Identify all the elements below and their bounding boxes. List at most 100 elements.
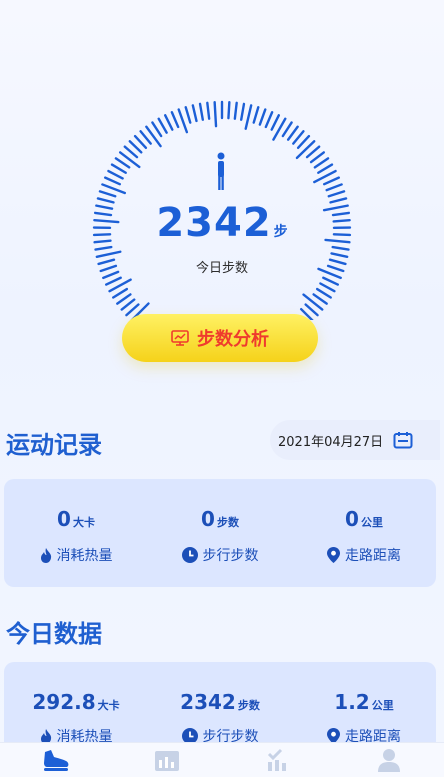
gauge-tick (200, 104, 203, 120)
gauge-tick (228, 102, 229, 118)
steps-count-value: 2342 (156, 200, 271, 246)
gauge-tick (246, 105, 251, 128)
today-steps-value: 2342 (180, 690, 236, 714)
tab-checklist[interactable] (222, 743, 333, 777)
gauge-tick (125, 147, 137, 157)
gauge-tick (116, 158, 129, 167)
gauge-tick (117, 294, 130, 303)
gauge-tick (314, 294, 327, 303)
calories-unit: 大卡 (73, 516, 95, 529)
tab-calendar[interactable] (111, 743, 222, 777)
gauge-tick (135, 136, 146, 148)
steps-unit: 步数 (217, 516, 239, 529)
gauge-tick (235, 103, 237, 119)
gauge-tick (298, 136, 309, 148)
gauge-tick (207, 103, 209, 119)
exercise-record-card: 0大卡 0步数 0公里 消耗热量 步行步数 走路距离 (4, 479, 436, 587)
calories-metric: 0大卡 (4, 507, 148, 531)
tab-profile[interactable] (333, 743, 444, 777)
today-steps-metric: 2342步数 (148, 690, 292, 714)
gauge-tick (293, 131, 303, 143)
gauge-tick (193, 105, 197, 121)
gauge-tick (165, 115, 172, 129)
gauge-tick (320, 284, 334, 292)
gauge-tick (283, 123, 292, 136)
gauge-tick (254, 107, 259, 122)
distance-label-text: 走路距离 (345, 545, 401, 565)
gauge-tick (141, 131, 151, 143)
gauge-tick (120, 152, 139, 167)
gauge-tick (311, 152, 324, 162)
gauge-tick (324, 178, 339, 185)
steps-metric: 0步数 (148, 507, 292, 531)
user-icon (376, 748, 402, 772)
gauge-tick (323, 278, 337, 285)
gauge-tick (96, 247, 112, 249)
today-distance-metric: 1.2公里 (292, 690, 436, 714)
flame-icon (40, 548, 52, 563)
bottom-tab-bar (0, 742, 444, 777)
today-distance-unit: 公里 (372, 699, 394, 712)
calories-label: 消耗热量 (4, 545, 148, 565)
gauge-tick (186, 107, 191, 122)
today-calories-metric: 292.8大卡 (4, 690, 148, 714)
gauge-tick (306, 305, 318, 316)
steps-count: 2342步 (0, 200, 444, 246)
exercise-record-title: 运动记录 (6, 425, 102, 460)
gauge-tick (307, 147, 319, 157)
gauge-tick (317, 289, 331, 297)
gauge-tick (315, 158, 328, 167)
gauge-tick (106, 278, 120, 285)
gauge-tick (327, 184, 342, 190)
checklist-chart-icon (265, 748, 291, 772)
gauge-tick (179, 110, 187, 133)
gauge-tick (303, 295, 322, 310)
gauge-tick (288, 127, 297, 140)
gauge-tick (241, 104, 244, 120)
gauge-tick (105, 178, 120, 185)
today-distance-value: 1.2 (334, 690, 369, 714)
gauge-tick (329, 191, 344, 196)
gauge-tick (126, 305, 138, 316)
gauge-tick (113, 289, 127, 297)
today-steps-unit: 步数 (238, 699, 260, 712)
gauge-tick (333, 247, 349, 249)
steps-count-unit: 步 (274, 224, 288, 240)
gauge-tick (152, 123, 161, 136)
steps-label-text: 步行步数 (203, 545, 259, 565)
steps-value: 0 (201, 507, 215, 531)
date-picker[interactable]: 2021年04月27日 (270, 420, 440, 460)
gauge-tick (297, 141, 314, 158)
person-standing-icon (211, 152, 231, 192)
gauge-tick (108, 171, 122, 178)
today-calories-value: 292.8 (32, 690, 95, 714)
tab-sport[interactable] (0, 743, 111, 777)
gauge-tick (112, 165, 126, 173)
calendar-icon (393, 431, 413, 449)
gauge-tick (215, 102, 216, 126)
clock-icon (182, 547, 198, 563)
gauge-tick (266, 112, 272, 127)
calendar-chart-icon (154, 748, 180, 772)
distance-unit: 公里 (361, 516, 383, 529)
gauge-tick (122, 300, 135, 310)
step-analysis-button[interactable]: 步数分析 (122, 314, 318, 362)
steps-label-row: 步行步数 (148, 545, 292, 565)
distance-metric: 0公里 (292, 507, 436, 531)
gauge-tick (260, 110, 265, 125)
steps-label: 今日步数 (0, 257, 444, 276)
today-data-title: 今日数据 (6, 614, 102, 649)
gauge-tick (159, 119, 167, 133)
date-text: 2021年04月27日 (278, 431, 383, 450)
calories-value: 0 (57, 507, 71, 531)
gauge-tick (102, 184, 124, 193)
step-analysis-label: 步数分析 (197, 325, 269, 351)
gauge-tick (130, 141, 142, 152)
gauge-tick (318, 165, 332, 173)
monitor-chart-icon (171, 330, 189, 346)
location-pin-icon (327, 547, 340, 563)
gauge-tick (100, 191, 115, 196)
today-calories-unit: 大卡 (98, 699, 120, 712)
gauge-tick (172, 112, 178, 127)
calories-label-text: 消耗热量 (57, 545, 113, 565)
